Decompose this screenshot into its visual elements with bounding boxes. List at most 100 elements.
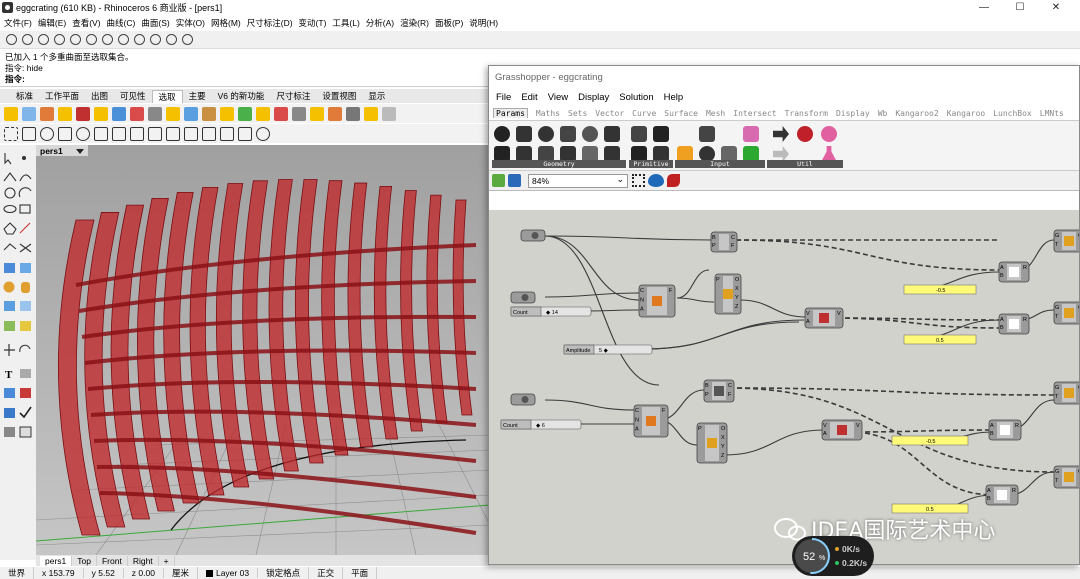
gh-circle-param-icon[interactable] (538, 126, 554, 142)
planar-toggle[interactable]: 平面 (343, 567, 378, 579)
menu-tools[interactable]: 工具(L) (332, 17, 359, 29)
gh-panel-3[interactable]: -0.5 (891, 435, 969, 446)
subobject-select-icon[interactable] (130, 126, 144, 141)
gh-tab-curve[interactable]: Curve (632, 109, 656, 118)
tab-standard[interactable]: 标准 (10, 90, 39, 102)
gh-toggle-icon[interactable] (699, 126, 715, 142)
gh-tab-sets[interactable]: Sets (568, 109, 587, 118)
gh-tab-maths[interactable]: Maths (536, 109, 560, 118)
osnap-perp-icon[interactable] (102, 34, 113, 45)
select-filter-icon[interactable] (346, 106, 360, 121)
crossing-select-icon[interactable] (22, 126, 36, 141)
select-faces-icon[interactable] (166, 126, 180, 141)
gh-multiply-node-4[interactable]: AB R (985, 484, 1019, 506)
gh-curve-param-icon[interactable] (516, 126, 532, 142)
osnap-knot-icon[interactable] (150, 34, 161, 45)
view-tab-right[interactable]: Right (128, 555, 159, 566)
menu-solid[interactable]: 实体(O) (176, 17, 205, 29)
osnap-center-icon[interactable] (70, 34, 81, 45)
close-button[interactable]: ✕ (1038, 0, 1074, 15)
gh-tab-wb[interactable]: Wb (878, 109, 888, 118)
gh-menu-view[interactable]: View (548, 92, 568, 103)
select-color-icon[interactable] (220, 106, 234, 121)
gh-bounds-node-1[interactable]: BPCF (710, 231, 738, 253)
sketch-pen-icon[interactable] (667, 174, 680, 187)
window-select-icon[interactable] (4, 126, 18, 141)
view-tab-pers1[interactable]: pers1 (40, 555, 73, 566)
gh-vector-node-2[interactable]: VAV (821, 419, 863, 441)
osnap-point-icon[interactable] (38, 34, 49, 45)
select-none-icon[interactable] (22, 106, 36, 121)
gh-menu-help[interactable]: Help (664, 92, 684, 103)
gh-domain-param-icon[interactable] (653, 126, 669, 142)
select-surfaces-icon[interactable] (94, 106, 108, 121)
brush-select-icon[interactable] (112, 126, 126, 141)
gh-bounds-node-2[interactable]: BPCF (703, 379, 735, 403)
gh-tab-kangaroo2[interactable]: Kangaroo2 (895, 109, 938, 118)
select-chain-icon[interactable] (202, 126, 216, 141)
menu-transform[interactable]: 变动(T) (299, 17, 327, 29)
polygon-select-icon[interactable] (58, 126, 72, 141)
tab-visibility[interactable]: 可见性 (114, 90, 152, 102)
gh-curve-param-a[interactable] (520, 229, 546, 242)
menu-file[interactable]: 文件(F) (4, 17, 32, 29)
osnap-tan-icon[interactable] (118, 34, 129, 45)
select-open-icon[interactable] (274, 106, 288, 121)
menu-curve[interactable]: 曲线(C) (107, 17, 136, 29)
lasso-select-icon[interactable] (94, 126, 108, 141)
cplane-indicator[interactable]: 世界 (0, 567, 35, 579)
tab-dimension[interactable]: 尺寸标注 (270, 90, 316, 102)
gh-contour-node-2[interactable]: CNAF (633, 404, 669, 438)
gh-slider-count-1[interactable]: Count ◆ 14 (510, 306, 592, 317)
select-name-icon[interactable] (256, 106, 270, 121)
gh-menu-edit[interactable]: Edit (521, 92, 537, 103)
gh-geometry-param-icon[interactable] (494, 126, 510, 142)
network-monitor-widget[interactable]: 52 % 0K/s 0.2K/s (792, 536, 874, 576)
menu-surface[interactable]: 曲面(S) (141, 17, 169, 29)
menu-analyze[interactable]: 分析(A) (366, 17, 394, 29)
menu-edit[interactable]: 编辑(E) (38, 17, 66, 29)
minimize-button[interactable]: — (966, 0, 1002, 15)
gh-transform-node-3[interactable]: GTG (1053, 381, 1080, 405)
select-small-icon[interactable] (328, 106, 342, 121)
gh-slider-count-2[interactable]: Count ◆ 6 (500, 419, 582, 430)
select-curves-icon[interactable] (76, 106, 90, 121)
save-file-icon[interactable] (508, 174, 521, 187)
gh-menu-display[interactable]: Display (578, 92, 609, 103)
menu-dimension[interactable]: 尺寸标注(D) (247, 17, 293, 29)
gh-tab-lmnts[interactable]: LMNts (1040, 109, 1064, 118)
zoom-dropdown[interactable]: 84% (528, 173, 628, 188)
menu-mesh[interactable]: 网格(M) (211, 17, 241, 29)
gh-definition[interactable]: Count ◆ 14Amplitude 5 ◆Count ◆ 6CNAFBPCFP OX… (489, 210, 1080, 565)
tab-set-view[interactable]: 设置视图 (316, 90, 362, 102)
select-loop-icon[interactable] (220, 126, 234, 141)
snap-toggle[interactable]: 锁定格点 (258, 567, 310, 579)
gh-box-param-icon[interactable] (604, 126, 620, 142)
zoom-extents-icon[interactable] (632, 174, 645, 187)
menu-view[interactable]: 查看(V) (72, 17, 100, 29)
osnap-end-icon[interactable] (6, 34, 17, 45)
gh-panel-4[interactable]: 0.5 (891, 503, 969, 514)
gh-brep-param-icon[interactable] (582, 126, 598, 142)
circle-select-icon[interactable] (40, 126, 54, 141)
gh-slider-amplitude[interactable]: Amplitude 5 ◆ (563, 344, 653, 355)
gh-tab-vector[interactable]: Vector (595, 109, 624, 118)
select-lights-icon[interactable] (148, 106, 162, 121)
tab-display[interactable]: 显示 (362, 90, 391, 102)
add-view-tab-button[interactable]: + (159, 555, 175, 566)
gh-tab-transform[interactable]: Transform (785, 109, 828, 118)
select-link-icon[interactable] (256, 126, 270, 141)
tab-select[interactable]: 选取 (151, 89, 183, 103)
gh-transform-node-4[interactable]: GTG (1053, 465, 1080, 489)
select-meshes-icon[interactable] (184, 106, 198, 121)
gh-tab-kangaroo[interactable]: Kangaroo (947, 109, 986, 118)
osnap-project-icon[interactable] (182, 34, 193, 45)
preview-eye-icon[interactable] (648, 174, 664, 187)
osnap-mid-icon[interactable] (54, 34, 65, 45)
gh-curve-param-c[interactable] (510, 393, 536, 406)
gh-data-arrow-icon[interactable] (773, 126, 789, 142)
gh-tab-intersect[interactable]: Intersect (733, 109, 776, 118)
select-group-icon[interactable] (364, 106, 378, 121)
osnap-quad-icon[interactable] (134, 34, 145, 45)
gh-canvas[interactable]: Count ◆ 14 Amplitude 5 ◆ Count ◆ 6CNAFBPCFPOX… (489, 210, 1080, 565)
